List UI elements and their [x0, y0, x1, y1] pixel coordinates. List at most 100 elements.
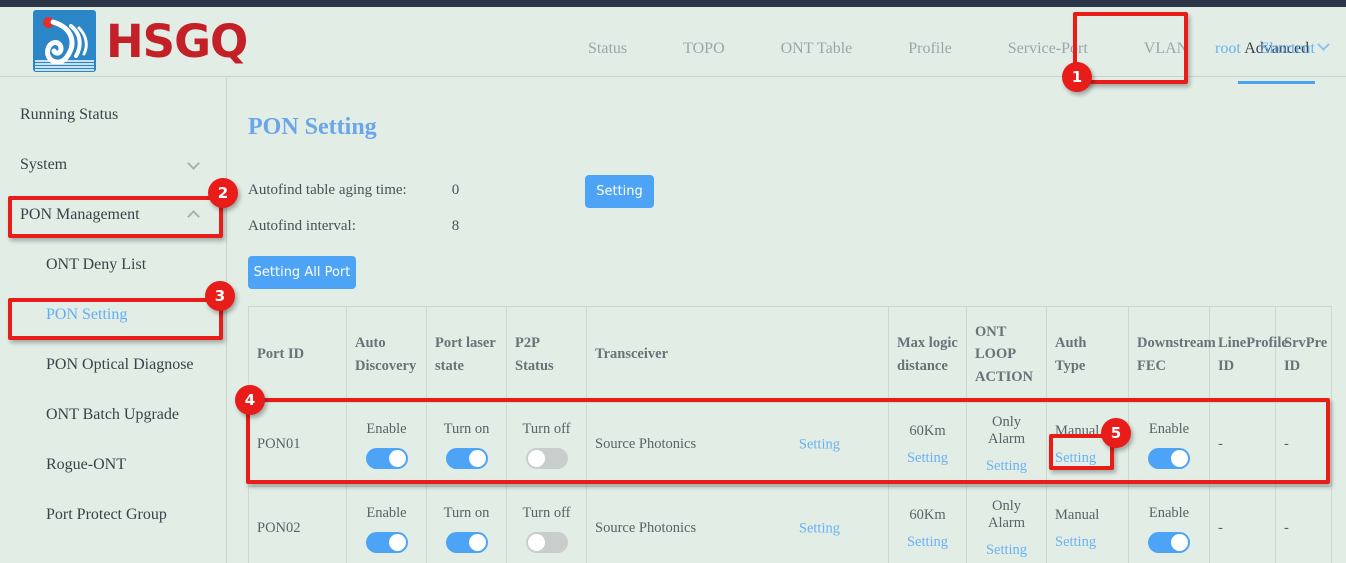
max-logic-distance-value: 60Km [909, 507, 945, 524]
autofind-aging-label: Autofind table aging time: [248, 182, 448, 199]
autofind-aging-row: Autofind table aging time: 0 [248, 182, 459, 199]
auto-discovery-toggle[interactable] [366, 448, 408, 469]
sidebar-label: Port Protect Group [46, 506, 167, 524]
sidebar-label: PON Management [20, 206, 140, 224]
transceiver-setting-link[interactable]: Setting [799, 520, 840, 537]
p2p-status-label: Turn off [523, 505, 571, 522]
page-root: HSGQ Status TOPO ONT Table Profile Servi… [0, 0, 1346, 563]
cell-port-laser-state: Turn on [427, 403, 507, 487]
sidebar-label: ONT Batch Upgrade [46, 406, 179, 424]
p2p-status-toggle[interactable] [526, 532, 568, 553]
nav-item-status[interactable]: Status [560, 14, 655, 84]
auth-type-setting-link[interactable]: Setting [1055, 450, 1096, 467]
cell-auto-discovery: Enable [347, 403, 427, 487]
col-auth-type: Auth Type [1047, 307, 1129, 403]
cell-max-logic-distance: 60Km Setting [889, 487, 967, 563]
downstream-fec-label: Enable [1149, 505, 1189, 522]
downstream-fec-toggle[interactable] [1148, 448, 1190, 469]
sidebar-item-port-protect-group[interactable]: Port Protect Group [0, 490, 226, 540]
cell-p2p-status: Turn off [507, 487, 587, 563]
max-logic-distance-setting-link[interactable]: Setting [907, 450, 948, 467]
col-ont-loop-action: ONT LOOP ACTION [967, 307, 1047, 403]
port-laser-state-label: Turn on [444, 505, 490, 522]
annotation-badge-4: 4 [235, 385, 265, 415]
sidebar-label: Running Status [20, 106, 118, 124]
annotation-badge-3: 3 [205, 281, 235, 311]
nav-item-profile[interactable]: Profile [880, 14, 980, 84]
setting-button[interactable]: Setting [585, 175, 654, 208]
col-downstream-fec: Downstream FEC [1129, 307, 1210, 403]
table-row: PON02 Enable Turn on Turn off Source Pho… [249, 487, 1332, 563]
transceiver-value: Source Photonics [595, 436, 696, 452]
sidebar-item-running-status[interactable]: Running Status [0, 90, 226, 140]
p2p-status-toggle[interactable] [526, 448, 568, 469]
auto-discovery-label: Enable [366, 421, 406, 438]
hsgq-logo-icon [33, 10, 96, 72]
cell-max-logic-distance: 60Km Setting [889, 403, 967, 487]
chevron-down-icon [1317, 38, 1330, 51]
nav-item-topo[interactable]: TOPO [655, 14, 753, 84]
sidebar-item-ont-batch-upgrade[interactable]: ONT Batch Upgrade [0, 390, 226, 440]
cell-ont-loop-action: Only Alarm Setting [967, 403, 1047, 487]
downstream-fec-toggle[interactable] [1148, 532, 1190, 553]
shortcut-label: Shortcut [1261, 40, 1315, 57]
auth-type-value: Manual [1055, 423, 1099, 440]
port-laser-state-label: Turn on [444, 421, 490, 438]
nav-item-ont-table[interactable]: ONT Table [753, 14, 881, 84]
header-right-controls: root Shortcut [1215, 14, 1328, 84]
cell-ont-loop-action: Only AlarmSetting [967, 487, 1047, 563]
autofind-interval-row: Autofind interval: 8 [248, 218, 459, 235]
cell-p2p-status: Turn off [507, 403, 587, 487]
col-p2p-status: P2P Status [507, 307, 587, 403]
ont-loop-action-value: Only Alarm [975, 414, 1038, 448]
brand-logo[interactable]: HSGQ [33, 10, 247, 72]
col-lineprofile-id: LineProfile ID [1210, 307, 1276, 403]
sidebar-label: PON Optical Diagnose [46, 356, 194, 374]
cell-port-id: PON02 [249, 487, 347, 563]
port-laser-state-toggle[interactable] [446, 532, 488, 553]
nav-item-vlan[interactable]: VLAN [1116, 14, 1216, 84]
auto-discovery-label: Enable [366, 505, 406, 522]
shortcut-menu[interactable]: Shortcut [1261, 40, 1328, 58]
table-header-row: Port ID Auto Discovery Port laser state … [249, 307, 1332, 403]
cell-port-laser-state: Turn on [427, 487, 507, 563]
transceiver-setting-link[interactable]: Setting [799, 436, 840, 453]
cell-lineprofile-id: - [1210, 487, 1276, 563]
logo-swoosh-icon [33, 10, 96, 72]
sidebar-item-rogue-ont[interactable]: Rogue-ONT [0, 440, 226, 490]
col-auto-discovery: Auto Discovery [347, 307, 427, 403]
col-srvpre-id: SrvPre ID [1276, 307, 1332, 403]
sidebar: Running Status System PON Management ONT… [0, 78, 227, 563]
page-title: PON Setting [248, 114, 377, 141]
main-content: PON Setting Autofind table aging time: 0… [228, 78, 1346, 563]
port-laser-state-toggle[interactable] [446, 448, 488, 469]
sidebar-item-pon-setting[interactable]: PON Setting [0, 290, 226, 340]
current-user-label[interactable]: root [1215, 40, 1241, 58]
nav-item-service-port[interactable]: Service-Port [980, 14, 1116, 84]
cell-auth-type: Manual Setting [1047, 487, 1129, 563]
table-row: PON01 Enable Turn on Turn off Source Pho… [249, 403, 1332, 487]
ont-loop-action-setting-link[interactable]: Setting [986, 542, 1027, 559]
auto-discovery-toggle[interactable] [366, 532, 408, 553]
auth-type-value: Manual [1055, 507, 1099, 524]
annotation-badge-2: 2 [208, 178, 238, 208]
cell-transceiver: Source Photonics Setting [587, 487, 889, 563]
cell-port-id: PON01 [249, 403, 347, 487]
col-transceiver: Transceiver [587, 307, 889, 403]
sidebar-item-pon-optical-diagnose[interactable]: PON Optical Diagnose [0, 340, 226, 390]
cell-transceiver: Source Photonics Setting [587, 403, 889, 487]
sidebar-item-ont-deny-list[interactable]: ONT Deny List [0, 240, 226, 290]
setting-all-port-button[interactable]: Setting All Port [248, 256, 356, 289]
top-accent-bar [0, 0, 1346, 7]
sidebar-label: Rogue-ONT [46, 456, 126, 474]
cell-srvpre-id: - [1276, 403, 1332, 487]
max-logic-distance-setting-link[interactable]: Setting [907, 534, 948, 551]
ont-loop-action-setting-link[interactable]: Setting [986, 458, 1027, 475]
col-port-id: Port ID [249, 307, 347, 403]
annotation-badge-5: 5 [1101, 418, 1131, 448]
auth-type-setting-link[interactable]: Setting [1055, 534, 1096, 551]
autofind-interval-value: 8 [452, 218, 460, 234]
max-logic-distance-value: 60Km [909, 423, 945, 440]
sidebar-item-pon-management[interactable]: PON Management [0, 190, 226, 240]
sidebar-item-system[interactable]: System [0, 140, 226, 190]
